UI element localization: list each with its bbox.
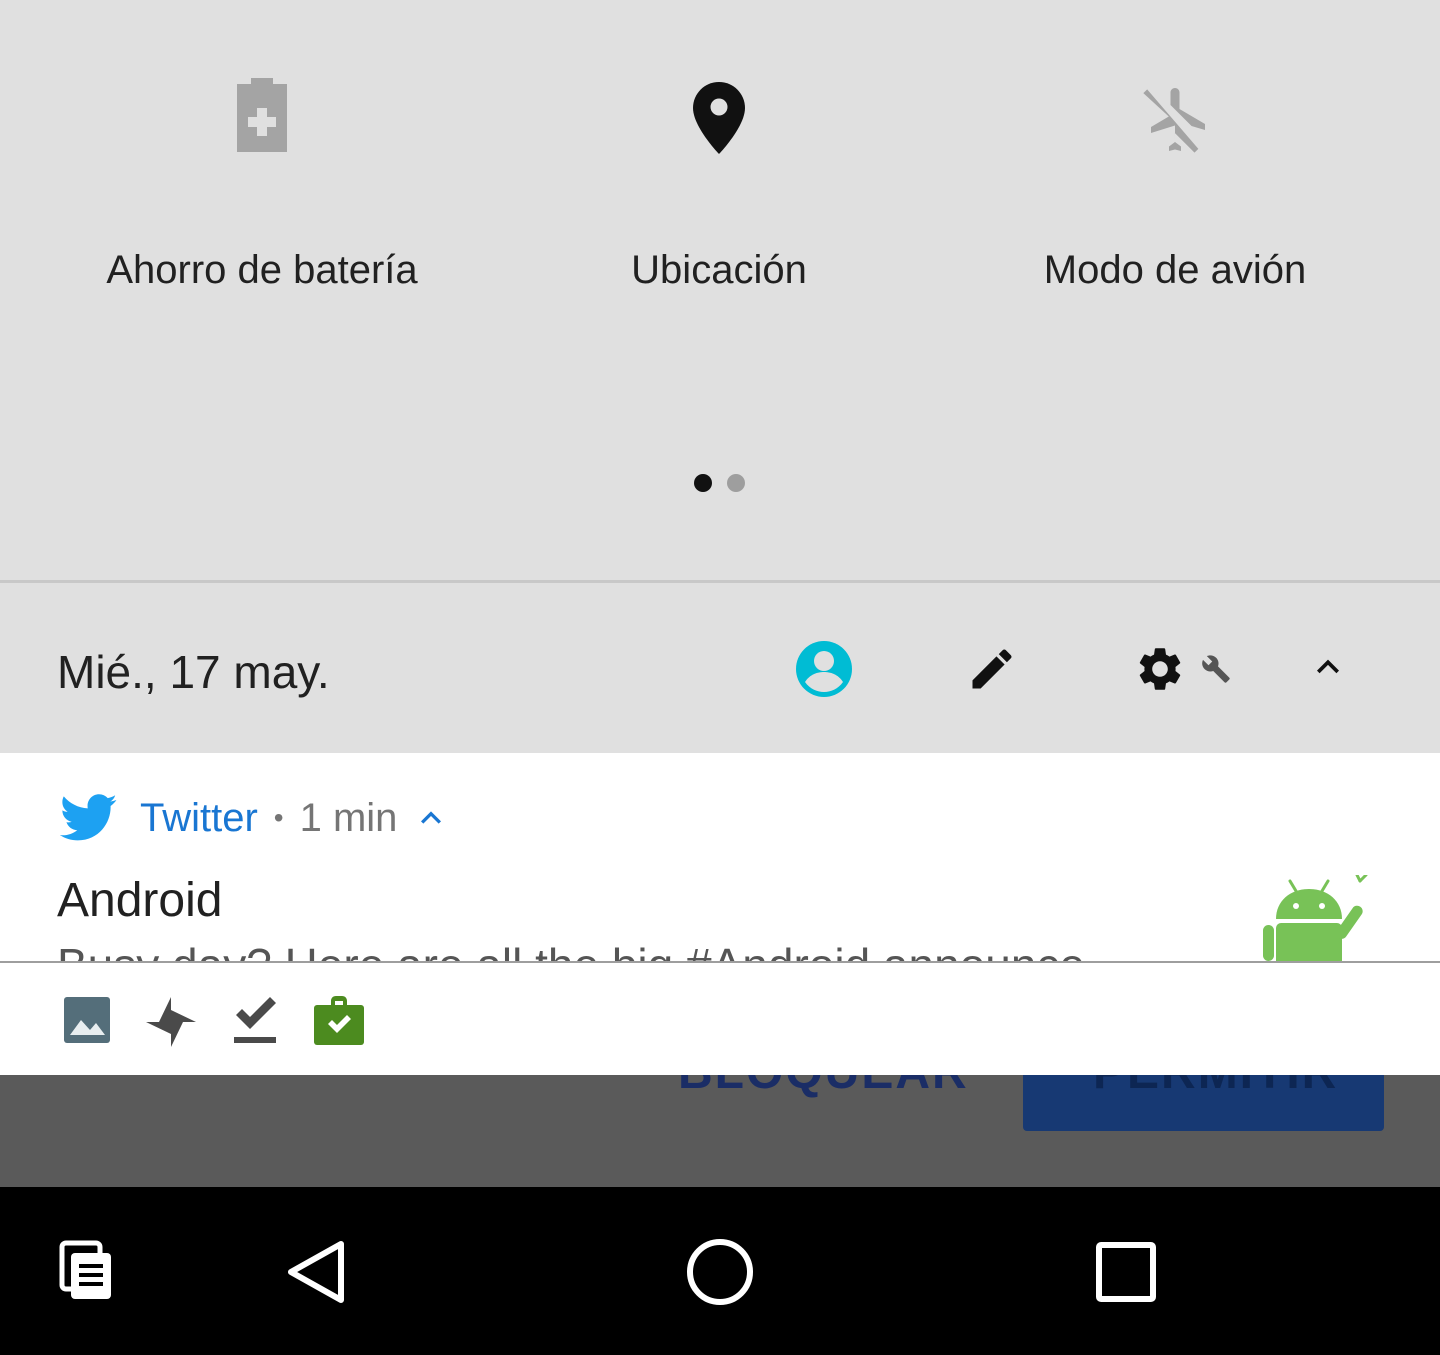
pinwheel-icon xyxy=(146,997,196,1047)
android-robot-icon xyxy=(1263,875,1368,961)
overview-icon[interactable] xyxy=(1094,1240,1158,1304)
download-done-icon xyxy=(234,997,276,1043)
wrench-icon xyxy=(1202,655,1230,683)
edit-pencil-icon[interactable] xyxy=(966,643,1018,695)
image-icon xyxy=(64,997,110,1043)
collapse-chevron-icon[interactable] xyxy=(1306,645,1350,689)
settings-gear-icon[interactable] xyxy=(1134,643,1186,695)
date-label: Mié., 17 may. xyxy=(57,646,330,698)
notification-time: 1 min xyxy=(299,795,398,840)
work-briefcase-icon xyxy=(314,996,364,1045)
background-dialog-scrim: BLOQUEAR PERMITIR xyxy=(0,1075,1440,1187)
home-icon[interactable] xyxy=(686,1238,754,1306)
quick-settings-panel: Ahorro de batería Ubicación Modo de avió… xyxy=(0,0,1440,580)
twitter-notification[interactable]: Twitter • 1 min Android Busy day? Here a… xyxy=(0,753,1440,961)
navigation-bar xyxy=(0,1187,1440,1355)
notification-title: Android xyxy=(57,874,223,927)
allow-button-label: PERMITIR xyxy=(1093,1075,1338,1100)
notification-body: Busy day? Here are all the big #Android … xyxy=(57,938,1085,961)
tile-location[interactable]: Ubicación xyxy=(479,0,959,400)
tile-label: Modo de avión xyxy=(1043,248,1307,292)
block-button: BLOQUEAR xyxy=(678,1075,969,1100)
tile-battery-saver[interactable]: Ahorro de batería xyxy=(22,0,502,400)
header-separator: • xyxy=(273,802,284,833)
page-dot-active xyxy=(694,474,712,492)
tile-label: Ahorro de batería xyxy=(106,248,418,292)
page-dot xyxy=(727,474,745,492)
tile-label: Ubicación xyxy=(631,248,807,292)
back-icon[interactable] xyxy=(284,1239,348,1305)
tile-airplane-mode[interactable]: Modo de avión xyxy=(935,0,1415,400)
twitter-bird-icon xyxy=(60,794,117,841)
status-header: Mié., 17 may. xyxy=(0,583,1440,753)
location-pin-icon xyxy=(693,82,745,154)
airplane-mode-off-icon xyxy=(1143,88,1205,153)
notification-header: Twitter • 1 min xyxy=(60,791,451,845)
app-name: Twitter xyxy=(140,795,258,840)
recents-docs-icon[interactable] xyxy=(58,1240,114,1302)
notification-shelf[interactable] xyxy=(0,963,1440,1075)
user-account-icon[interactable] xyxy=(796,641,852,697)
expand-chevron-icon[interactable] xyxy=(411,798,451,838)
allow-button: PERMITIR xyxy=(1023,1075,1384,1131)
battery-saver-icon xyxy=(237,78,287,152)
